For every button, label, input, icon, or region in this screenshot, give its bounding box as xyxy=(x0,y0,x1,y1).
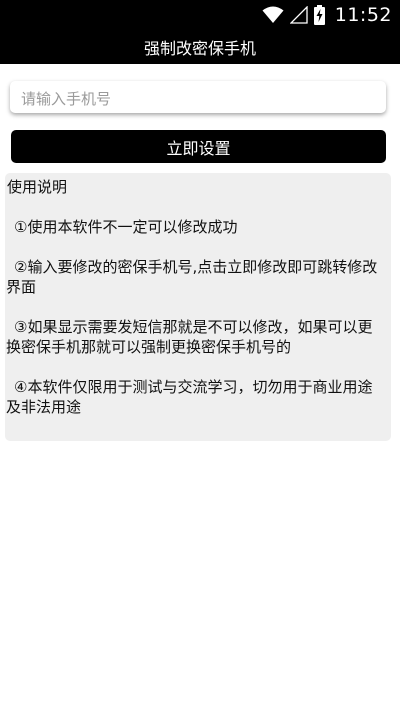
instruction-item: ②输入要修改的密保手机号,点击立即修改即可跳转修改界面 xyxy=(6,258,378,296)
set-now-button-label: 立即设置 xyxy=(166,138,231,158)
app-bar: 强制改密保手机 xyxy=(0,30,400,64)
set-now-button[interactable]: 立即设置 xyxy=(11,130,386,163)
status-bar: 11:52 xyxy=(0,0,400,30)
instruction-item: ①使用本软件不一定可以修改成功 xyxy=(14,218,238,236)
phone-number-input[interactable] xyxy=(10,81,386,113)
instruction-item: ③如果显示需要发短信那就是不可以修改，如果可以更换密保手机那就可以强制更换密保手… xyxy=(6,318,373,356)
status-icons: 11:52 xyxy=(262,0,392,30)
instruction-item: ④本软件仅限用于测试与交流学习，切勿用于商业用途及非法用途 xyxy=(6,378,373,416)
status-time: 11:52 xyxy=(334,4,392,26)
instructions-panel: 使用说明 ①使用本软件不一定可以修改成功 ②输入要修改的密保手机号,点击立即修改… xyxy=(5,173,391,441)
instructions-title: 使用说明 xyxy=(7,178,68,196)
wifi-icon xyxy=(262,6,284,24)
battery-charging-icon xyxy=(313,5,325,25)
page-title: 强制改密保手机 xyxy=(143,39,256,58)
cell-signal-icon xyxy=(289,6,308,24)
phone-input-container xyxy=(10,81,386,113)
